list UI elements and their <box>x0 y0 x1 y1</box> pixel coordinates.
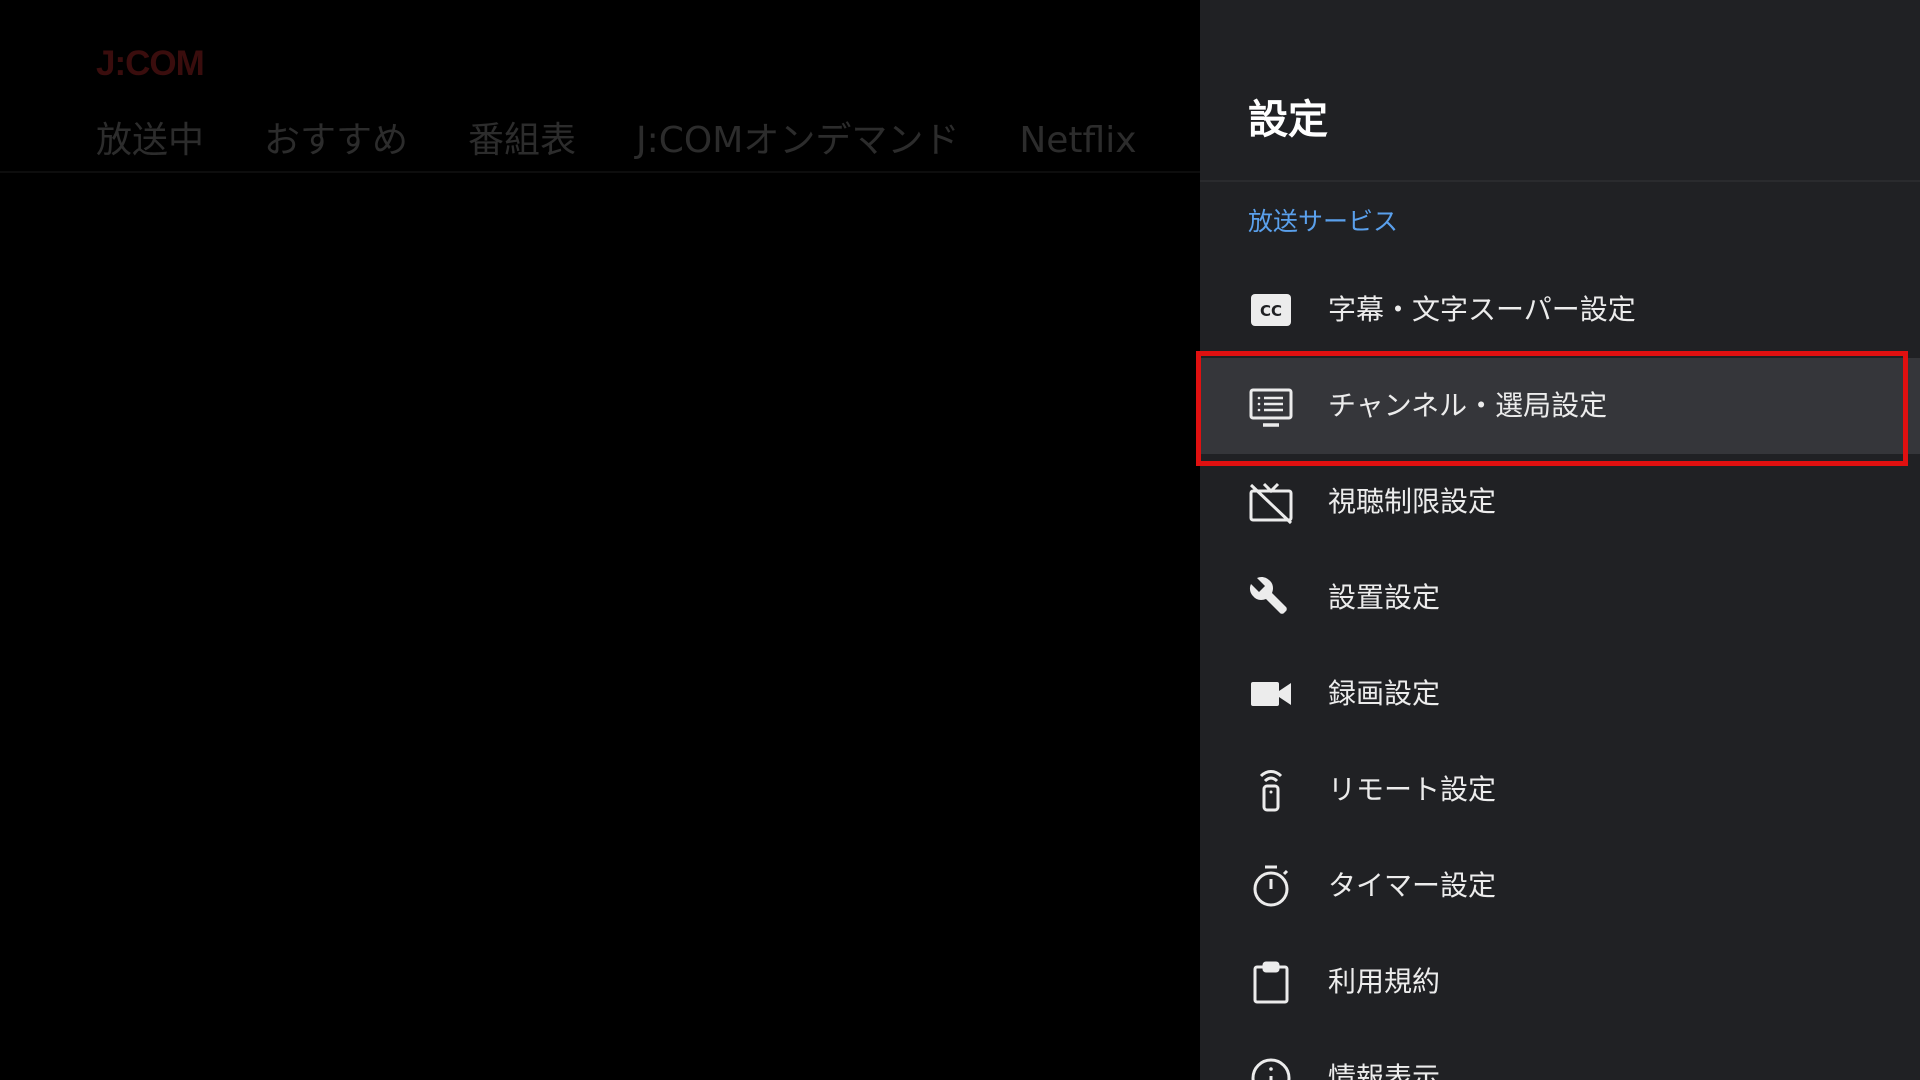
menu-item-label: 視聴制限設定 <box>1328 485 1497 518</box>
closed-caption-icon: CC <box>1248 287 1294 333</box>
tab-recommended[interactable]: おすすめ <box>264 116 408 166</box>
top-nav-tabs: 放送中 おすすめ 番組表 J:COMオンデマンド Netflix D <box>96 116 1284 166</box>
menu-item-label: 設置設定 <box>1328 581 1441 614</box>
jcom-logo: J:COM <box>96 44 205 83</box>
remote-icon <box>1248 767 1294 813</box>
menu-item-installation[interactable]: 設置設定 <box>1200 550 1920 646</box>
menu-item-subtitles[interactable]: CC 字幕・文字スーパー設定 <box>1200 262 1920 358</box>
tab-jcom-on-demand[interactable]: J:COMオンデマンド <box>636 116 959 166</box>
menu-item-parental-control[interactable]: 視聴制限設定 <box>1200 454 1920 550</box>
menu-item-label: 情報表示 <box>1328 1061 1441 1080</box>
menu-item-label: 録画設定 <box>1328 677 1441 710</box>
menu-item-label: チャンネル・選局設定 <box>1328 389 1608 422</box>
menu-item-label: 字幕・文字スーパー設定 <box>1328 293 1636 326</box>
menu-item-timer[interactable]: タイマー設定 <box>1200 838 1920 934</box>
section-label-broadcast-services: 放送サービス <box>1248 207 1399 236</box>
menu-item-label: 利用規約 <box>1328 965 1441 998</box>
info-icon <box>1248 1055 1294 1080</box>
tab-netflix[interactable]: Netflix <box>1019 116 1136 166</box>
menu-item-info[interactable]: 情報表示 <box>1200 1030 1920 1080</box>
svg-text:CC: CC <box>1260 302 1282 320</box>
tab-on-air[interactable]: 放送中 <box>96 116 204 166</box>
menu-item-label: タイマー設定 <box>1328 869 1497 902</box>
tv-off-icon <box>1248 479 1294 525</box>
menu-item-remote[interactable]: リモート設定 <box>1200 742 1920 838</box>
tab-program-guide[interactable]: 番組表 <box>468 116 576 166</box>
clipboard-icon <box>1248 959 1294 1005</box>
settings-menu: CC 字幕・文字スーパー設定 チャンネル・選局設定 視聴制限設定 設置設定 録画… <box>1200 262 1920 1080</box>
video-camera-icon <box>1248 671 1294 717</box>
menu-item-terms[interactable]: 利用規約 <box>1200 934 1920 1030</box>
settings-header: 設定 <box>1200 0 1920 182</box>
settings-title: 設定 <box>1248 97 1328 143</box>
wrench-icon <box>1248 575 1294 621</box>
menu-item-label: リモート設定 <box>1328 773 1497 806</box>
menu-item-recording[interactable]: 録画設定 <box>1200 646 1920 742</box>
nav-divider <box>0 171 1200 173</box>
timer-icon <box>1248 863 1294 909</box>
screen: J:COM 放送中 おすすめ 番組表 J:COMオンデマンド Netflix D… <box>0 0 1920 1080</box>
menu-item-channel-settings[interactable]: チャンネル・選局設定 <box>1200 358 1920 454</box>
channel-list-icon <box>1248 383 1294 429</box>
settings-panel: 設定 放送サービス CC 字幕・文字スーパー設定 チャンネル・選局設定 視聴制限… <box>1200 0 1920 1080</box>
background-app: J:COM 放送中 おすすめ 番組表 J:COMオンデマンド Netflix D <box>0 0 1224 1080</box>
